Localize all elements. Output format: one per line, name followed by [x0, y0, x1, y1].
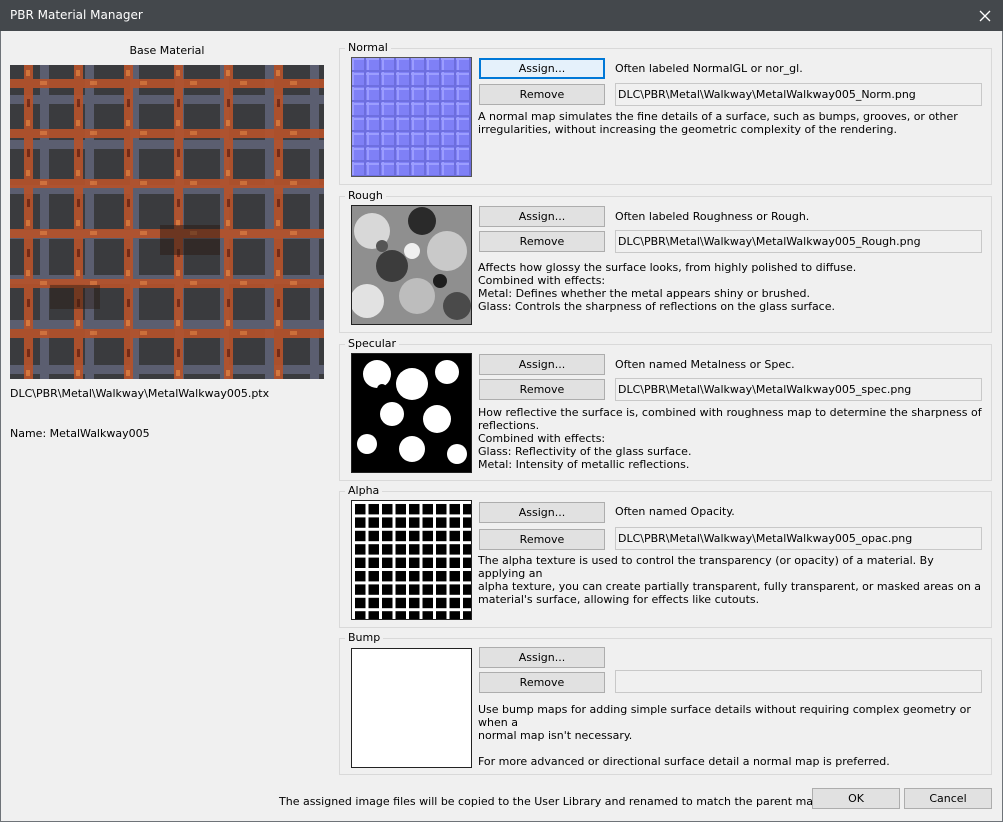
rough-map-thumbnail	[351, 205, 472, 325]
base-material-path: DLC\PBR\Metal\Walkway\MetalWalkway005.pt…	[10, 387, 270, 400]
alpha-group: Alpha Assign... Often named Opacity. Rem…	[339, 484, 992, 628]
title-bar: PBR Material Manager	[0, 0, 1003, 31]
base-material-title: Base Material	[129, 44, 205, 57]
specular-remove-button[interactable]: Remove	[479, 379, 605, 400]
bump-path-field[interactable]	[615, 670, 982, 693]
rough-assign-button[interactable]: Assign...	[479, 206, 605, 227]
bump-remove-button[interactable]: Remove	[479, 672, 605, 693]
close-icon	[979, 10, 991, 21]
bump-description: Use bump maps for adding simple surface …	[478, 703, 971, 768]
copy-note: The assigned image files will be copied …	[279, 795, 845, 808]
alpha-legend: Alpha	[345, 484, 383, 498]
alpha-description: The alpha texture is used to control the…	[478, 554, 982, 606]
rough-legend: Rough	[345, 189, 386, 203]
alpha-map-thumbnail	[351, 500, 472, 620]
rough-hint: Often labeled Roughness or Rough.	[615, 210, 810, 223]
specular-map-thumbnail	[351, 353, 472, 473]
base-material-name: Name: MetalWalkway005	[10, 427, 150, 440]
normal-path-field[interactable]: DLC\PBR\Metal\Walkway\MetalWalkway005_No…	[615, 83, 982, 106]
bump-legend: Bump	[345, 631, 384, 645]
cancel-button[interactable]: Cancel	[904, 788, 992, 809]
normal-hint: Often labeled NormalGL or nor_gl.	[615, 62, 803, 75]
ok-button[interactable]: OK	[812, 788, 900, 809]
rough-group: Rough Assign... Often labeled Roughness …	[339, 189, 992, 333]
alpha-path-field[interactable]: DLC\PBR\Metal\Walkway\MetalWalkway005_op…	[615, 527, 982, 550]
rough-remove-button[interactable]: Remove	[479, 231, 605, 252]
normal-assign-button[interactable]: Assign...	[479, 58, 605, 79]
specular-assign-button[interactable]: Assign...	[479, 354, 605, 375]
specular-path-field[interactable]: DLC\PBR\Metal\Walkway\MetalWalkway005_sp…	[615, 378, 982, 401]
alpha-hint: Often named Opacity.	[615, 505, 735, 518]
normal-description: A normal map simulates the fine details …	[478, 110, 958, 136]
rough-description: Affects how glossy the surface looks, fr…	[478, 261, 857, 313]
close-button[interactable]	[967, 0, 1003, 31]
alpha-remove-button[interactable]: Remove	[479, 529, 605, 550]
normal-remove-button[interactable]: Remove	[479, 84, 605, 105]
normal-legend: Normal	[345, 41, 391, 55]
rough-path-field[interactable]: DLC\PBR\Metal\Walkway\MetalWalkway005_Ro…	[615, 230, 982, 253]
bump-assign-button[interactable]: Assign...	[479, 647, 605, 668]
specular-description: How reflective the surface is, combined …	[478, 406, 982, 471]
window-title: PBR Material Manager	[10, 8, 143, 22]
specular-hint: Often named Metalness or Spec.	[615, 358, 795, 371]
normal-group: Normal Assign... Often labeled NormalGL …	[339, 41, 992, 185]
normal-map-thumbnail	[351, 57, 472, 177]
base-material-preview	[10, 65, 324, 379]
specular-legend: Specular	[345, 337, 400, 351]
specular-group: Specular Assign... Often named Metalness…	[339, 337, 992, 481]
bump-group: Bump Assign... Remove Use bump maps for …	[339, 631, 992, 775]
bump-map-thumbnail	[351, 648, 472, 768]
alpha-assign-button[interactable]: Assign...	[479, 502, 605, 523]
